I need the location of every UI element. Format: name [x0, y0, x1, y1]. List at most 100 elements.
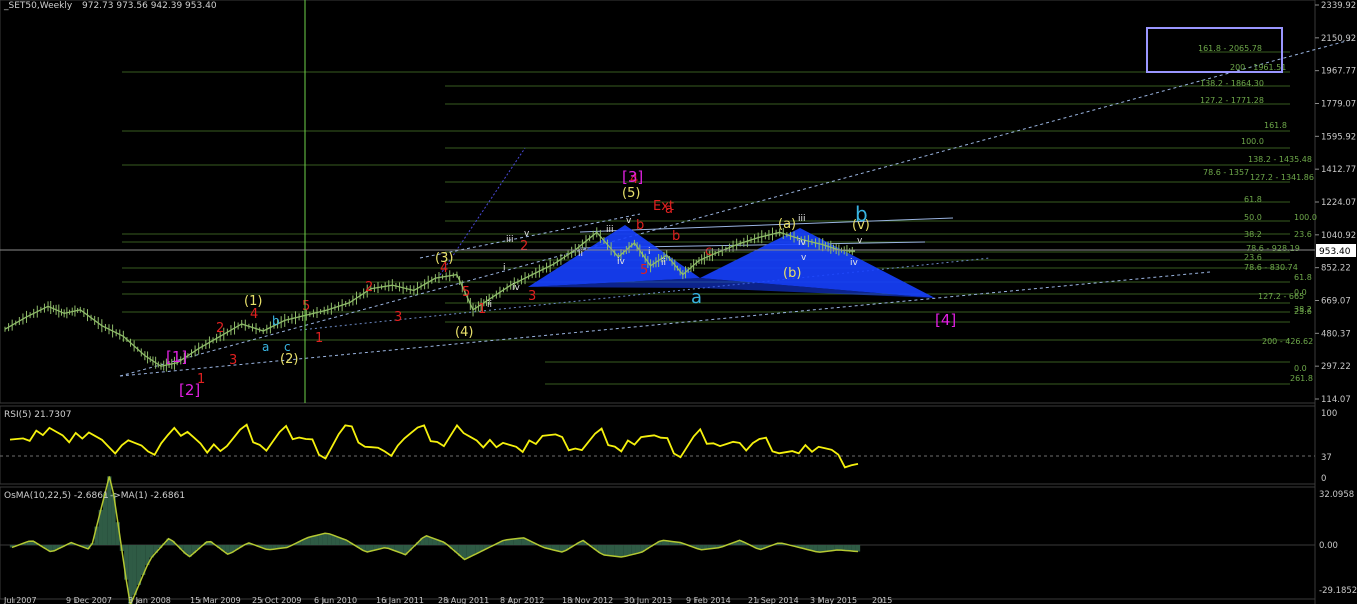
chart-symbol: _SET50,Weekly	[3, 1, 73, 11]
rsi-line	[9, 423, 859, 469]
wave-label-subwave: iv	[850, 258, 859, 268]
fib-label: 38.2	[1244, 230, 1262, 239]
wave-label-red: 1	[315, 331, 323, 346]
price-tick-label: 2339.92	[1321, 1, 1356, 11]
wave-label-red: a	[665, 202, 673, 217]
wave-label-red: 3	[229, 353, 237, 368]
wave-label-subwave: ii	[487, 300, 492, 310]
price-tick-label: 1595.92	[1321, 132, 1356, 142]
wave-label-yellow: (1)	[244, 294, 262, 309]
wave-label-red: 3	[394, 310, 402, 325]
wave-label-magenta: [2]	[179, 381, 200, 399]
price-tick-label: 297.22	[1321, 362, 1351, 372]
wave-label-subwave: v	[626, 216, 632, 226]
wave-label-red: 2	[520, 239, 528, 254]
fibonacci-labels: 161.8 - 2065.78 200 - 1961.51 138.2 - 1864…	[1198, 44, 1317, 383]
fib-label: 161.8 - 2065.78	[1198, 44, 1262, 53]
rsi-tick-label: 37	[1321, 453, 1332, 463]
rsi-title: RSI(5) 21.7307	[4, 410, 71, 420]
wave-label-subwave: v	[801, 253, 807, 263]
wave-label-subwave: i	[503, 263, 506, 273]
wave-label-magenta: [3]	[622, 168, 643, 186]
wave-label-yellow: (5)	[622, 186, 640, 201]
wave-label-subwave: iv	[512, 283, 521, 293]
wave-label-red: 4	[250, 307, 258, 322]
wave-label-yellow: (4)	[455, 325, 473, 340]
wave-label-red: 2	[216, 321, 224, 336]
wave-label-red: 5	[302, 299, 310, 314]
wave-label-subwave: i	[648, 247, 651, 257]
wave-label-yellow: (b)	[783, 266, 801, 281]
time-tick-label: 15 Mar 2009	[190, 596, 241, 604]
fibonacci-levels	[122, 51, 1290, 385]
fib-label: 100.0	[1294, 213, 1317, 222]
fib-label: 161.8	[1264, 121, 1287, 130]
time-tick-label: 3 Jan 2008	[128, 596, 171, 604]
wave-label-subwave: v	[857, 236, 863, 246]
time-tick-label: 30 Jun 2013	[624, 596, 672, 604]
time-axis: Jul 2007 9 Dec 2007 3 Jan 2008 15 Mar 2009 2…	[3, 596, 892, 604]
fib-label: 138.2 - 1864.30	[1200, 79, 1264, 88]
fib-label: 200 - 426.62	[1262, 337, 1313, 346]
osma-subtitle: ->MA(1) -2.6861	[110, 491, 185, 501]
fib-label: 0.0	[1294, 364, 1307, 373]
fib-label: 100.0	[1241, 137, 1264, 146]
price-axis: 2339.92 2150.92 1967.77 1779.07 1595.92 1412.…	[1315, 1, 1356, 405]
wave-label-cyan: a	[691, 287, 702, 308]
osma-title: OsMA(10,22,5) -2.6861	[4, 491, 109, 501]
wave-label-yellow: (a)	[778, 217, 796, 232]
time-tick-label: 16 Jan 2011	[376, 596, 424, 604]
time-tick-label: 2015	[872, 596, 892, 604]
price-tick-label: 852.22	[1321, 264, 1351, 274]
wave-label-yellow: (3)	[435, 251, 453, 266]
wave-triangles	[528, 225, 935, 298]
fib-label: 38.2	[1294, 305, 1312, 314]
price-tick-label: 1040.92	[1321, 231, 1356, 241]
wave-label-subwave: v	[524, 229, 530, 239]
wave-label-red: 2	[365, 280, 373, 295]
fib-label: 23.6	[1244, 253, 1262, 262]
price-tick-label: 114.07	[1321, 395, 1351, 405]
fib-label: 78.6 - 1357	[1203, 168, 1249, 177]
fib-label: 61.8	[1294, 273, 1312, 282]
current-price-label: 953.40	[1319, 247, 1351, 257]
wave-label-subwave: ii	[661, 258, 666, 268]
fib-label: 138.2 - 1435.48	[1248, 155, 1312, 164]
fib-label: 127.2 - 1341.86	[1250, 173, 1314, 182]
time-tick-label: 28 Aug 2011	[438, 596, 489, 604]
price-series	[4, 227, 856, 372]
rsi-tick-label: 0	[1321, 474, 1326, 484]
wave-label-cyan: b	[272, 314, 280, 328]
time-tick-label: 9 Dec 2007	[66, 596, 112, 604]
wave-label-subwave: iv	[798, 238, 807, 248]
fib-label: 61.8	[1244, 195, 1262, 204]
time-tick-label: 25 Oct 2009	[252, 596, 301, 604]
fib-label: 23.6	[1294, 230, 1312, 239]
wave-label-red: 1	[478, 302, 486, 317]
wave-label-red: 3	[528, 289, 536, 304]
time-tick-label: 18 Nov 2012	[562, 596, 613, 604]
time-tick-label: 6 Jun 2010	[314, 596, 357, 604]
price-tick-label: 480.37	[1321, 329, 1351, 339]
fib-label: 78.6 - 928.19	[1246, 244, 1300, 253]
wave-label-yellow: (2)	[280, 352, 298, 367]
price-tick-label: 1412.77	[1321, 165, 1356, 175]
rsi-panel-frame	[0, 405, 1316, 485]
wave-label-cyan: c	[284, 340, 291, 354]
wave-label-red: c	[705, 244, 712, 259]
rsi-axis: 100 37 0	[1321, 409, 1337, 484]
wave-label-subwave: iii	[506, 235, 514, 245]
wave-label-magenta: [4]	[935, 311, 956, 329]
fib-label: 127.2 - 1771.28	[1200, 96, 1264, 105]
osma-tick-label: 32.0958	[1319, 490, 1354, 500]
wave-label-cyan: b	[855, 202, 868, 226]
fib-label: 200 - 1961.51	[1230, 63, 1286, 72]
price-chart-canvas: 161.8 - 2065.78 200 - 1961.51 138.2 - 1864…	[0, 0, 1357, 604]
time-tick-label: 3 May 2015	[810, 596, 857, 604]
wave-label-subwave: iii	[606, 225, 614, 235]
wave-label-subwave: iv	[617, 257, 626, 267]
price-tick-label: 669.07	[1321, 297, 1351, 307]
wave-label-magenta: [1]	[166, 348, 187, 366]
osma-tick-label: 0.00	[1319, 541, 1338, 551]
time-tick-label: 8 Apr 2012	[500, 596, 544, 604]
